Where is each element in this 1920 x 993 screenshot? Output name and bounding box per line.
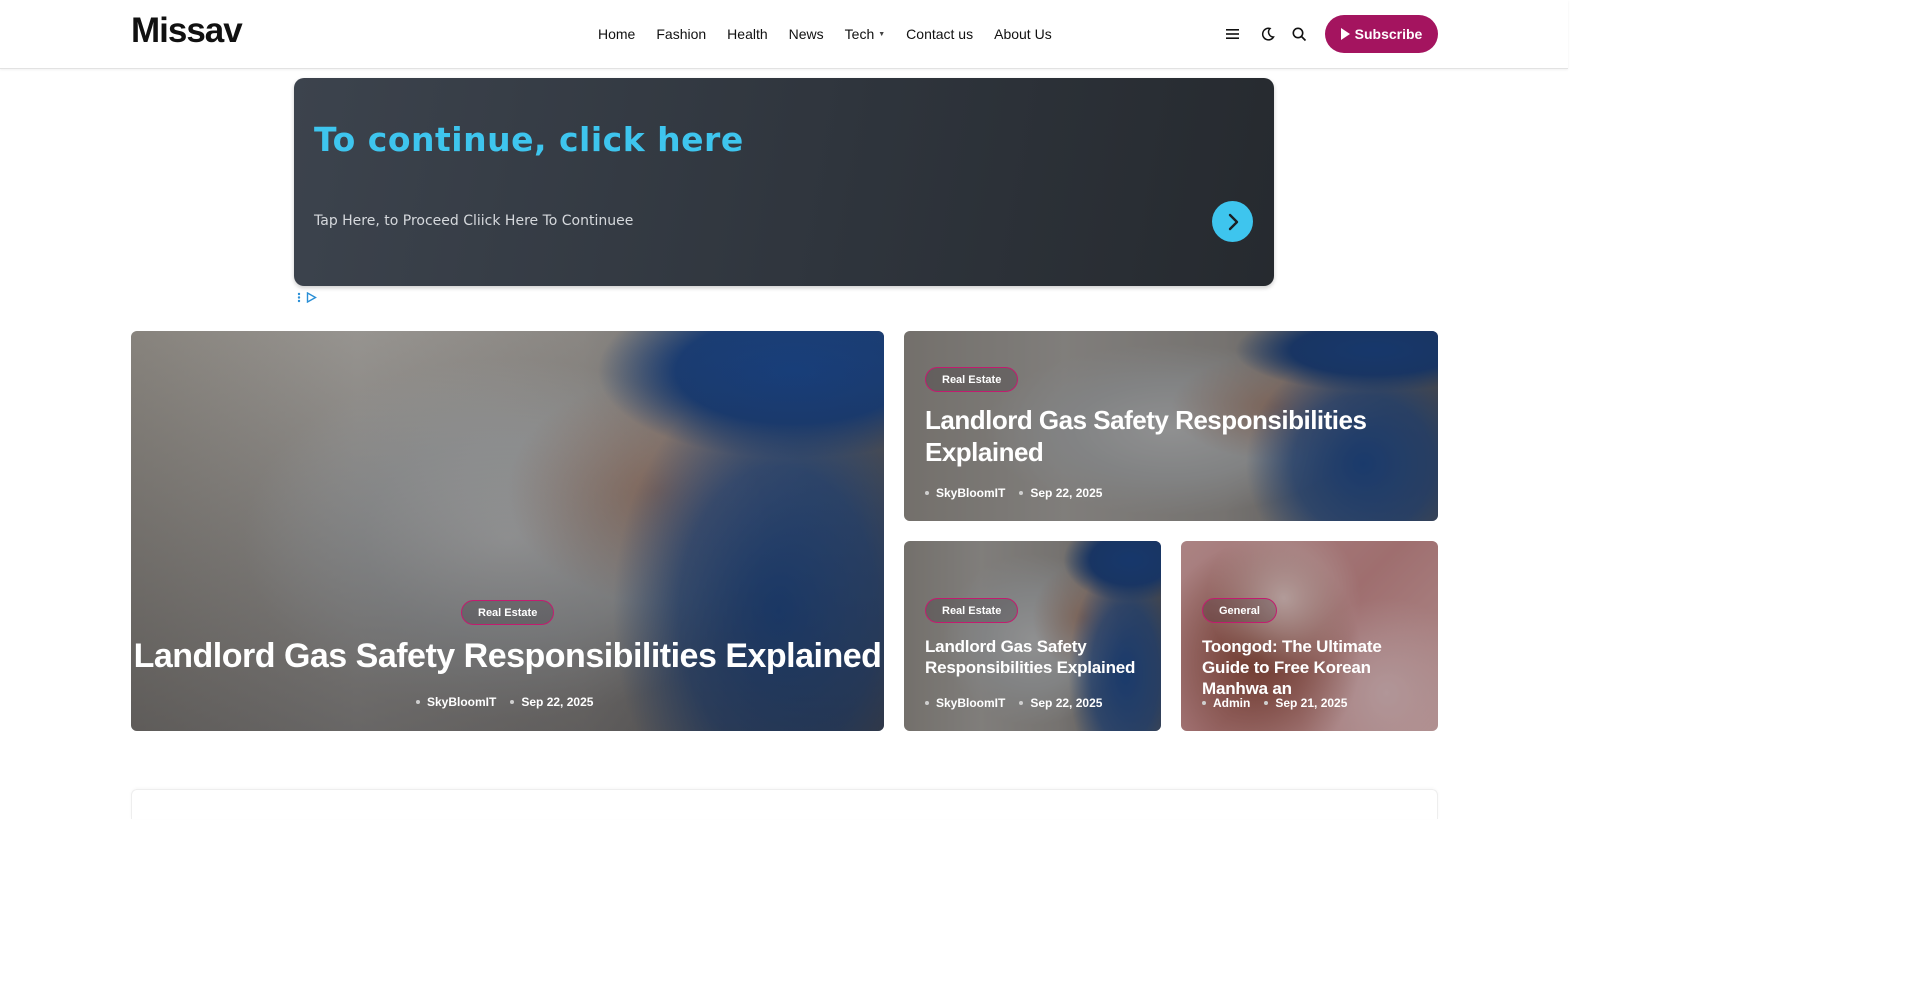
- play-icon: [1340, 28, 1350, 40]
- nav-about-us[interactable]: About Us: [994, 26, 1052, 42]
- nav-home[interactable]: Home: [598, 26, 635, 42]
- subscribe-button[interactable]: Subscribe: [1325, 15, 1438, 53]
- content-section: [131, 789, 1438, 819]
- chevron-right-icon: [1228, 213, 1238, 230]
- featured-top-right-card[interactable]: Real Estate Landlord Gas Safety Responsi…: [904, 331, 1438, 521]
- post-date: Sep 22, 2025: [510, 695, 593, 709]
- post-meta: SkyBloomIT Sep 22, 2025: [925, 486, 1102, 500]
- category-badge[interactable]: Real Estate: [461, 600, 555, 625]
- featured-top-right-title[interactable]: Landlord Gas Safety Responsibilities Exp…: [925, 404, 1405, 468]
- post-meta: SkyBloomIT Sep 22, 2025: [925, 696, 1102, 710]
- featured-small-title[interactable]: Landlord Gas Safety Responsibilities Exp…: [925, 636, 1150, 678]
- featured-main-title[interactable]: Landlord Gas Safety Responsibilities Exp…: [131, 637, 884, 676]
- ad-subtext: Tap Here, to Proceed Cliick Here To Cont…: [314, 213, 634, 229]
- featured-small-title[interactable]: Toongod: The Ultimate Guide to Free Kore…: [1202, 636, 1427, 699]
- featured-main-card[interactable]: Real Estate Landlord Gas Safety Responsi…: [131, 331, 884, 731]
- subscribe-label: Subscribe: [1354, 26, 1423, 42]
- ad-continue-button[interactable]: [1212, 201, 1253, 242]
- category-badge[interactable]: General: [1202, 598, 1277, 623]
- search-icon[interactable]: [1289, 24, 1309, 44]
- ad-headline[interactable]: To continue, click here: [314, 120, 744, 159]
- post-meta: SkyBloomIT Sep 22, 2025: [416, 695, 593, 709]
- nav-news[interactable]: News: [789, 26, 824, 42]
- post-author[interactable]: SkyBloomIT: [416, 695, 496, 709]
- post-author[interactable]: Admin: [1202, 696, 1250, 710]
- dark-mode-moon-icon[interactable]: [1258, 24, 1278, 44]
- site-logo[interactable]: Missav: [131, 11, 243, 51]
- post-author[interactable]: SkyBloomIT: [925, 486, 1005, 500]
- category-badge[interactable]: Real Estate: [925, 367, 1019, 392]
- nav-health[interactable]: Health: [727, 26, 767, 42]
- menu-icon[interactable]: [1223, 24, 1243, 44]
- post-meta: Admin Sep 21, 2025: [1202, 696, 1347, 710]
- ad-banner[interactable]: To continue, click here Tap Here, to Pro…: [294, 78, 1274, 286]
- category-badge[interactable]: Real Estate: [925, 598, 1019, 623]
- nav-fashion[interactable]: Fashion: [656, 26, 706, 42]
- featured-small-card[interactable]: Real Estate Landlord Gas Safety Responsi…: [904, 541, 1161, 731]
- adchoices-icon[interactable]: [297, 292, 317, 303]
- post-date: Sep 22, 2025: [1019, 486, 1102, 500]
- site-header: Missav Home Fashion Health News Tech ▼ C…: [0, 0, 1568, 69]
- post-date: Sep 21, 2025: [1264, 696, 1347, 710]
- chevron-down-icon: ▼: [878, 30, 886, 38]
- nav-tech[interactable]: Tech ▼: [845, 26, 886, 42]
- nav-contact-us[interactable]: Contact us: [906, 26, 973, 42]
- nav-tech-label: Tech: [844, 26, 875, 42]
- post-date: Sep 22, 2025: [1019, 696, 1102, 710]
- main-nav: Home Fashion Health News Tech ▼ Contact …: [598, 26, 1073, 42]
- post-author[interactable]: SkyBloomIT: [925, 696, 1005, 710]
- featured-small-card[interactable]: General Toongod: The Ultimate Guide to F…: [1181, 541, 1438, 731]
